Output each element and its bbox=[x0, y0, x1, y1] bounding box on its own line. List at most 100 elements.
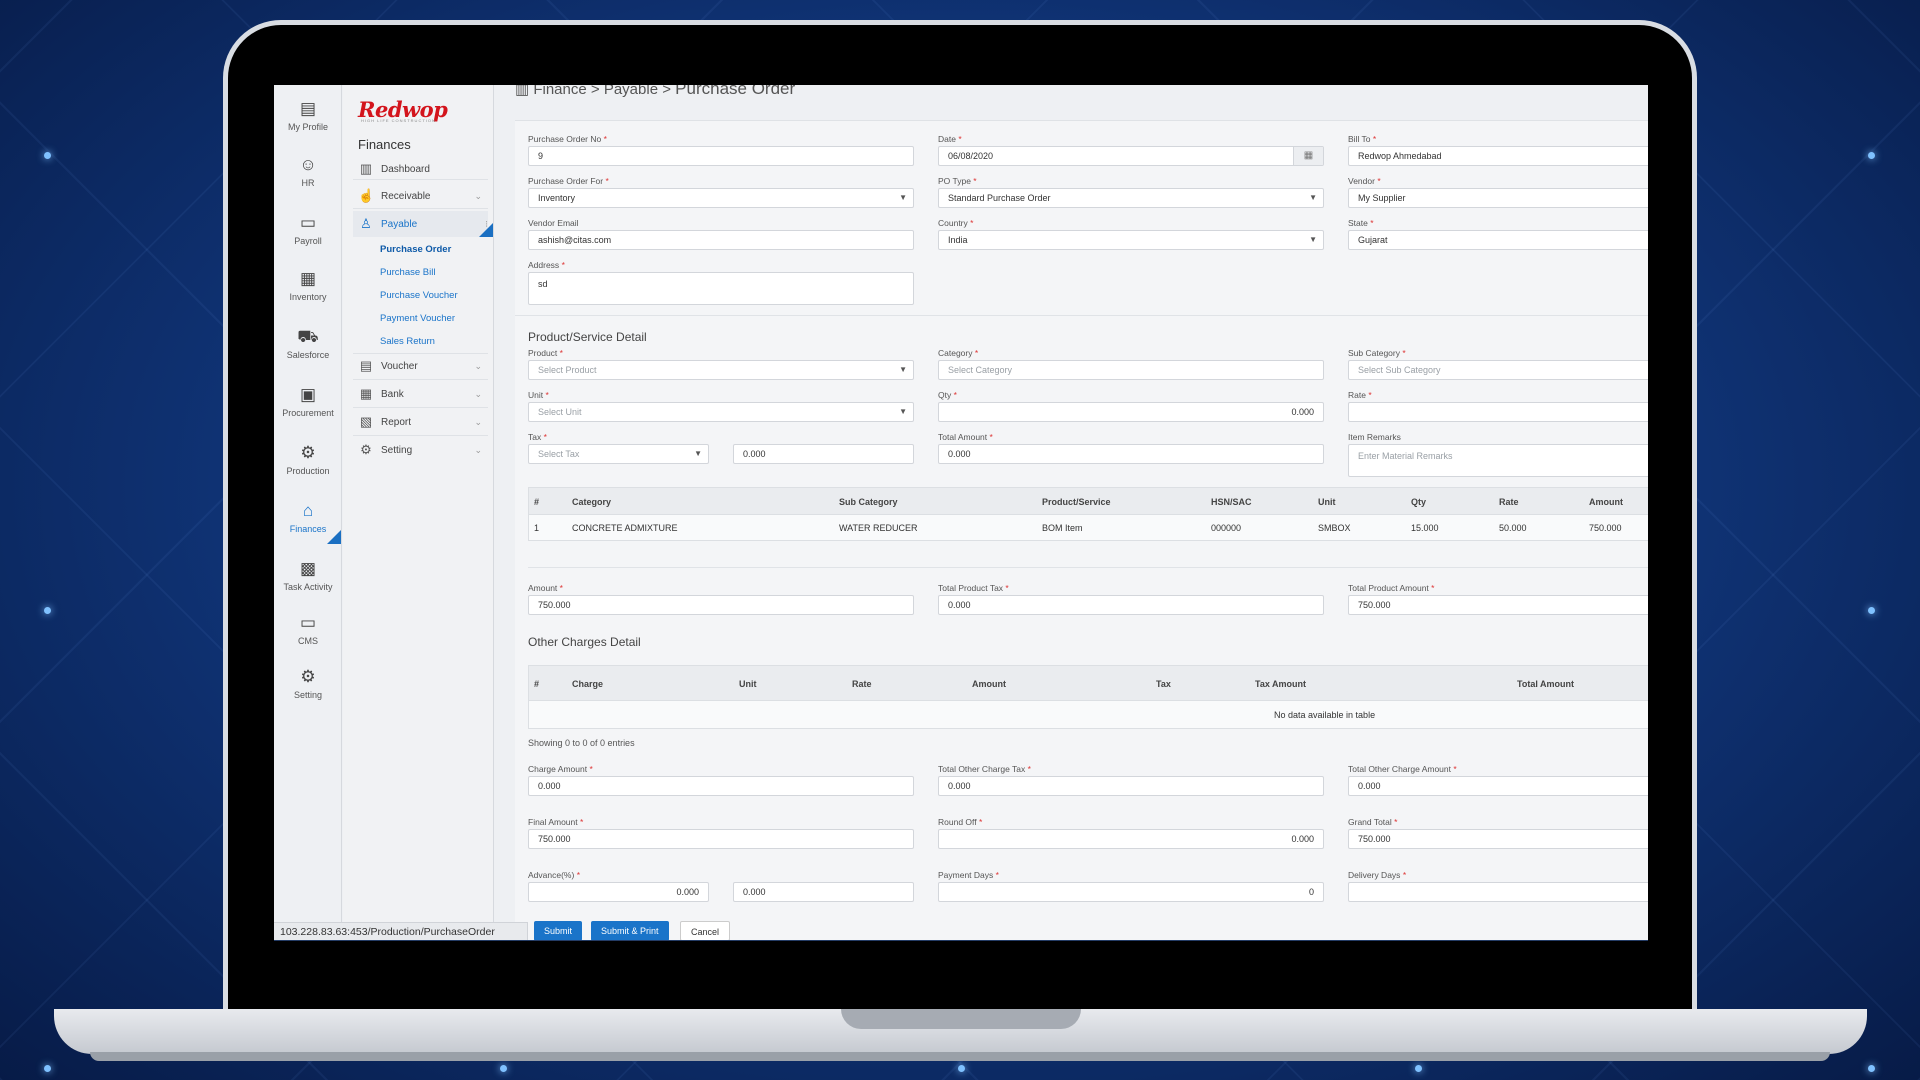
date-field[interactable]: 06/08/2020 ▦ bbox=[938, 146, 1324, 166]
country-select[interactable]: India ▼ bbox=[938, 230, 1324, 250]
total-other-charge-amount-label: Total Other Charge Amount * bbox=[1348, 764, 1457, 774]
tax-select[interactable]: Select Tax ▼ bbox=[528, 444, 709, 464]
finances-icon: ⌂ bbox=[302, 501, 314, 520]
chevron-down-icon: ⌄ bbox=[474, 444, 482, 455]
gear-icon: ⚙ bbox=[300, 667, 316, 686]
cms-icon: ▭ bbox=[299, 613, 317, 632]
state-select[interactable]: Gujarat bbox=[1348, 230, 1648, 250]
charge-amount-field[interactable]: 0.000 bbox=[528, 776, 914, 796]
laptop-notch bbox=[841, 1009, 1081, 1029]
address-textarea[interactable]: sd bbox=[528, 272, 914, 305]
status-url: 103.228.83.63:453/Production/PurchaseOrd… bbox=[274, 922, 528, 941]
menu-item-receivable[interactable]: ☝ Receivable ⌄ bbox=[358, 188, 482, 204]
form-panel: Purchase Order No * 9 Date * 06/08/2020 ▦… bbox=[515, 120, 1648, 941]
qty-label: Qty * bbox=[938, 390, 957, 400]
rail-item-setting[interactable]: ⚙ Setting bbox=[274, 667, 342, 700]
menu-item-payable[interactable]: ♙ Payable ⁝ bbox=[353, 211, 488, 237]
rail-item-payroll[interactable]: ▭ Payroll bbox=[274, 213, 342, 246]
chevron-down-icon: ⌄ bbox=[474, 190, 482, 201]
bank-icon: ▦ bbox=[359, 386, 373, 401]
rail-item-production[interactable]: ⚙ Production bbox=[274, 443, 342, 476]
divider bbox=[528, 567, 1648, 568]
voucher-icon: ▤ bbox=[359, 358, 373, 373]
report-icon: ▧ bbox=[359, 414, 373, 429]
active-indicator bbox=[479, 223, 493, 237]
tax-amount-field[interactable]: 0.000 bbox=[733, 444, 914, 464]
glow-dot bbox=[44, 152, 51, 159]
submit-button[interactable]: Submit bbox=[534, 921, 583, 941]
submenu-purchase-bill[interactable]: Purchase Bill bbox=[380, 267, 435, 278]
breadcrumb-payable[interactable]: Payable bbox=[604, 85, 658, 98]
qty-field[interactable]: 0.000 bbox=[938, 402, 1324, 422]
product-label: Product * bbox=[528, 348, 563, 358]
payment-days-field[interactable]: 0 bbox=[938, 882, 1324, 902]
menu-item-voucher[interactable]: ▤ Voucher ⌄ bbox=[358, 358, 482, 374]
calendar-icon[interactable]: ▦ bbox=[1293, 147, 1323, 165]
po-no-label: Purchase Order No * bbox=[528, 134, 607, 144]
total-amount-field[interactable]: 0.000 bbox=[938, 444, 1324, 464]
rail-item-cms[interactable]: ▭ CMS bbox=[274, 613, 342, 646]
rate-field[interactable] bbox=[1348, 402, 1648, 422]
total-other-charge-tax-field[interactable]: 0.000 bbox=[938, 776, 1324, 796]
breadcrumb-home-icon: ▥ bbox=[515, 85, 534, 98]
rail-item-hr[interactable]: ☺ HR bbox=[274, 155, 342, 188]
country-label: Country * bbox=[938, 218, 974, 228]
sub-category-select[interactable]: Select Sub Category bbox=[1348, 360, 1648, 380]
cancel-button[interactable]: Cancel bbox=[680, 921, 731, 941]
grand-total-field[interactable]: 750.000 bbox=[1348, 829, 1648, 849]
vendor-email-field[interactable]: ashish@citas.com bbox=[528, 230, 914, 250]
unit-select[interactable]: Select Unit ▼ bbox=[528, 402, 914, 422]
vendor-select[interactable]: My Supplier bbox=[1348, 188, 1648, 208]
rail-item-salesforce[interactable]: ⛟ Salesforce bbox=[274, 327, 342, 360]
po-for-select[interactable]: Inventory ▼ bbox=[528, 188, 914, 208]
submit-print-button[interactable]: Submit & Print bbox=[591, 921, 669, 941]
unit-label: Unit * bbox=[528, 390, 549, 400]
final-amount-field[interactable]: 750.000 bbox=[528, 829, 914, 849]
caret-down-icon: ▼ bbox=[899, 365, 907, 374]
amount-label: Amount * bbox=[528, 583, 563, 593]
menu-item-dashboard[interactable]: ▥ Dashboard bbox=[358, 161, 482, 177]
menu-item-setting[interactable]: ⚙ Setting ⌄ bbox=[358, 442, 482, 458]
total-product-tax-field[interactable]: 0.000 bbox=[938, 595, 1324, 615]
breadcrumb: ▥ Finance > Payable > Purchase Order bbox=[515, 85, 795, 99]
caret-down-icon: ▼ bbox=[899, 407, 907, 416]
total-other-charge-tax-label: Total Other Charge Tax * bbox=[938, 764, 1031, 774]
submenu-purchase-voucher[interactable]: Purchase Voucher bbox=[380, 290, 458, 301]
breadcrumb-finance[interactable]: Finance bbox=[533, 85, 586, 98]
delivery-days-field[interactable] bbox=[1348, 882, 1648, 902]
po-no-field[interactable]: 9 bbox=[528, 146, 914, 166]
production-icon: ⚙ bbox=[300, 443, 316, 462]
amount-field[interactable]: 750.000 bbox=[528, 595, 914, 615]
menu-item-bank[interactable]: ▦ Bank ⌄ bbox=[358, 386, 482, 402]
product-table-header: # Category Sub Category Product/Service … bbox=[528, 487, 1648, 515]
chevron-down-icon: ⌄ bbox=[474, 360, 482, 371]
caret-down-icon: ▼ bbox=[899, 193, 907, 202]
item-remarks-textarea[interactable]: Enter Material Remarks bbox=[1348, 444, 1648, 477]
submenu-payment-voucher[interactable]: Payment Voucher bbox=[380, 313, 455, 324]
round-off-field[interactable]: 0.000 bbox=[938, 829, 1324, 849]
po-type-select[interactable]: Standard Purchase Order ▼ bbox=[938, 188, 1324, 208]
total-product-amount-field[interactable]: 750.000 bbox=[1348, 595, 1648, 615]
submenu-sales-return[interactable]: Sales Return bbox=[380, 336, 435, 347]
rail-item-task-activity[interactable]: ▩ Task Activity bbox=[274, 559, 342, 592]
round-off-label: Round Off * bbox=[938, 817, 983, 827]
app-screen: ▤ My Profile ☺ HR ▭ Payroll ▦ Inventory ⛟ Sal… bbox=[274, 85, 1648, 941]
advance-percent-field[interactable]: 0.000 bbox=[528, 882, 709, 902]
advance-amount-field[interactable]: 0.000 bbox=[733, 882, 914, 902]
payable-icon: ♙ bbox=[360, 216, 372, 231]
bill-to-field[interactable]: Redwop Ahmedabad bbox=[1348, 146, 1648, 166]
table-row[interactable]: 1 CONCRETE ADMIXTURE WATER REDUCER BOM I… bbox=[528, 515, 1648, 541]
category-select[interactable]: Select Category bbox=[938, 360, 1324, 380]
caret-down-icon: ▼ bbox=[1309, 235, 1317, 244]
rail-item-inventory[interactable]: ▦ Inventory bbox=[274, 269, 342, 302]
menu-item-report[interactable]: ▧ Report ⌄ bbox=[358, 414, 482, 430]
glow-dot bbox=[44, 607, 51, 614]
product-select[interactable]: Select Product ▼ bbox=[528, 360, 914, 380]
rail-item-procurement[interactable]: ▣ Procurement bbox=[274, 385, 342, 418]
date-label: Date * bbox=[938, 134, 962, 144]
rail-item-my-profile[interactable]: ▤ My Profile bbox=[274, 99, 342, 132]
total-other-charge-amount-field[interactable]: 0.000 bbox=[1348, 776, 1648, 796]
charges-empty-row: No data available in table bbox=[528, 701, 1648, 729]
submenu-purchase-order[interactable]: Purchase Order bbox=[380, 244, 451, 255]
delivery-days-label: Delivery Days * bbox=[1348, 870, 1407, 880]
